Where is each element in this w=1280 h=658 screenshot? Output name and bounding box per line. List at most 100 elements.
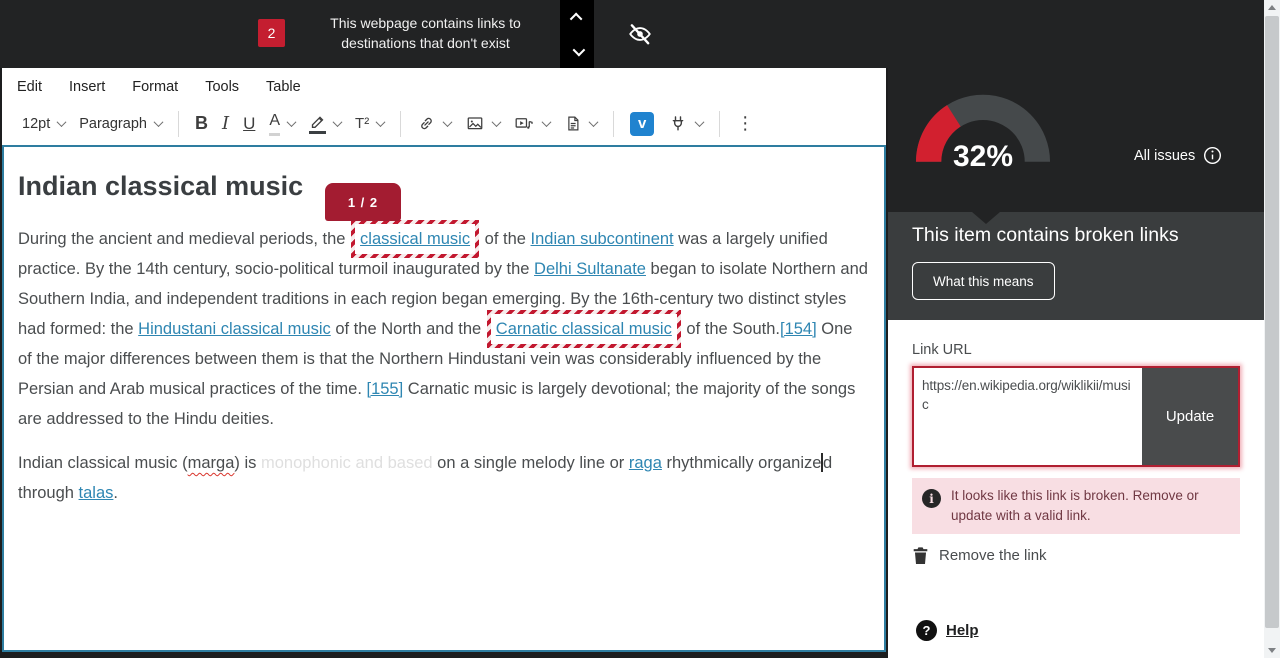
link-url-input[interactable]: https://en.wikipedia.org/wiklikii/music <box>914 368 1142 465</box>
text-run: During the ancient and medieval periods,… <box>18 230 350 248</box>
text-link[interactable]: [155] <box>367 380 404 398</box>
issue-position-badge: 1 / 2 <box>325 183 401 221</box>
issue-count-badge: 2 <box>258 19 285 47</box>
warning-text: It looks like this link is broken. Remov… <box>951 486 1230 526</box>
triangle-down-icon <box>1268 648 1276 653</box>
chevron-down-icon <box>492 117 502 127</box>
document-body: During the ancient and medieval periods,… <box>18 224 870 508</box>
menu-format[interactable]: Format <box>132 79 178 102</box>
text-link[interactable]: [154] <box>780 320 817 338</box>
paragraph-format-dropdown[interactable]: Paragraph <box>75 114 166 134</box>
misspelled-word: marga <box>188 454 235 472</box>
remove-link-button[interactable]: Remove the link <box>912 546 1047 565</box>
superscript-dropdown[interactable]: T² <box>351 113 388 134</box>
text-link[interactable]: talas <box>79 484 114 502</box>
insert-document-dropdown[interactable] <box>560 112 601 135</box>
score-section: 32% All issues <box>888 0 1264 212</box>
info-icon: i <box>922 489 941 508</box>
chevron-up-icon <box>569 12 582 25</box>
low-contrast-text: monophonic and based <box>261 454 433 472</box>
what-this-means-button[interactable]: What this means <box>912 262 1055 300</box>
insert-image-dropdown[interactable] <box>461 112 504 135</box>
hide-highlights-button[interactable] <box>627 21 653 47</box>
eye-off-icon <box>627 21 653 47</box>
chevron-down-icon <box>443 117 453 127</box>
overflow-menu-button[interactable]: ⋮ <box>732 111 758 136</box>
rich-text-editor: Edit Insert Format Tools Table 12pt Para… <box>2 68 886 652</box>
link-url-label: Link URL <box>912 342 972 358</box>
text-link[interactable]: Delhi Sultanate <box>534 260 646 278</box>
text-link[interactable]: Indian subcontinent <box>531 230 674 248</box>
previous-issue-button[interactable] <box>560 0 594 34</box>
chevron-down-icon <box>572 43 585 56</box>
chevron-down-icon <box>57 117 67 127</box>
chevron-down-icon <box>333 117 343 127</box>
chevron-down-icon <box>376 117 386 127</box>
issue-navigator <box>560 0 594 68</box>
vertical-scrollbar[interactable] <box>1264 0 1280 658</box>
document-icon <box>564 114 582 133</box>
editor-toolbar: 12pt Paragraph B I U A T² <box>2 102 886 145</box>
paragraph: Indian classical music (marga) is monoph… <box>18 448 870 508</box>
all-issues-link[interactable]: All issues <box>1134 146 1222 165</box>
text-color-dropdown[interactable]: A <box>265 110 299 138</box>
triangle-up-icon <box>1268 5 1276 10</box>
link-fix-section: Link URL https://en.wikipedia.org/wiklik… <box>888 320 1264 658</box>
scroll-down-button[interactable] <box>1264 643 1280 658</box>
issue-title: This item contains broken links <box>912 224 1179 247</box>
text-link[interactable]: Hindustani classical music <box>138 320 331 338</box>
chevron-down-icon <box>589 117 599 127</box>
media-icon <box>514 114 535 133</box>
score-value: 32% <box>908 140 1058 174</box>
broken-link[interactable]: Carnatic classical music <box>487 310 681 348</box>
text-color-icon: A <box>269 112 280 136</box>
underline-button[interactable]: U <box>239 112 259 136</box>
toolbar-divider <box>178 111 179 137</box>
link-url-combo: https://en.wikipedia.org/wiklikii/music … <box>912 366 1240 467</box>
alert-message-line1: This webpage contains links to <box>318 13 533 33</box>
next-issue-button[interactable] <box>560 34 594 68</box>
paragraph: During the ancient and medieval periods,… <box>18 224 870 434</box>
highlight-color-dropdown[interactable] <box>305 112 345 136</box>
bold-button[interactable]: B <box>191 111 212 136</box>
remove-link-label: Remove the link <box>939 547 1047 564</box>
chevron-down-icon <box>287 117 297 127</box>
scroll-up-button[interactable] <box>1264 0 1280 15</box>
info-icon <box>1203 146 1222 165</box>
toolbar-divider <box>400 111 401 137</box>
scrollbar-thumb[interactable] <box>1265 16 1279 628</box>
alert-message-line2: destinations that don't exist <box>318 33 533 53</box>
broken-link-warning: i It looks like this link is broken. Rem… <box>912 478 1240 534</box>
insert-link-dropdown[interactable] <box>413 112 455 135</box>
insert-stuff-icon: v <box>630 112 654 136</box>
chevron-down-icon <box>542 117 552 127</box>
font-size-dropdown[interactable]: 12pt <box>18 114 69 134</box>
broken-link[interactable]: classical music <box>351 220 479 258</box>
menu-tools[interactable]: Tools <box>205 79 239 102</box>
plug-icon <box>668 114 688 134</box>
issue-description-section: This item contains broken links What thi… <box>888 212 1264 320</box>
all-issues-label: All issues <box>1134 148 1195 164</box>
question-mark-icon: ? <box>916 620 937 641</box>
menu-insert[interactable]: Insert <box>69 79 105 102</box>
highlighter-icon <box>309 114 326 134</box>
editor-menubar: Edit Insert Format Tools Table <box>2 68 886 102</box>
text-link[interactable]: raga <box>629 454 662 472</box>
text-run: rhythmically organize <box>662 454 822 472</box>
insert-stuff-button[interactable]: v <box>626 110 658 138</box>
menu-edit[interactable]: Edit <box>17 79 42 102</box>
text-run: . <box>113 484 118 502</box>
editor-content-area[interactable]: 1 / 2 Indian classical music During the … <box>2 145 886 652</box>
image-icon <box>465 114 485 133</box>
italic-button[interactable]: I <box>218 111 233 136</box>
alert-message: This webpage contains links to destinati… <box>318 13 533 53</box>
broken-link-text: Carnatic classical music <box>491 314 677 344</box>
menu-table[interactable]: Table <box>266 79 301 102</box>
insert-media-dropdown[interactable] <box>510 112 554 135</box>
text-run: on a single melody line or <box>433 454 629 472</box>
chevron-down-icon <box>695 117 705 127</box>
help-link[interactable]: ? Help <box>916 620 979 641</box>
update-button[interactable]: Update <box>1142 368 1238 465</box>
document-title: Indian classical music <box>18 171 870 202</box>
plugins-dropdown[interactable] <box>664 112 707 136</box>
